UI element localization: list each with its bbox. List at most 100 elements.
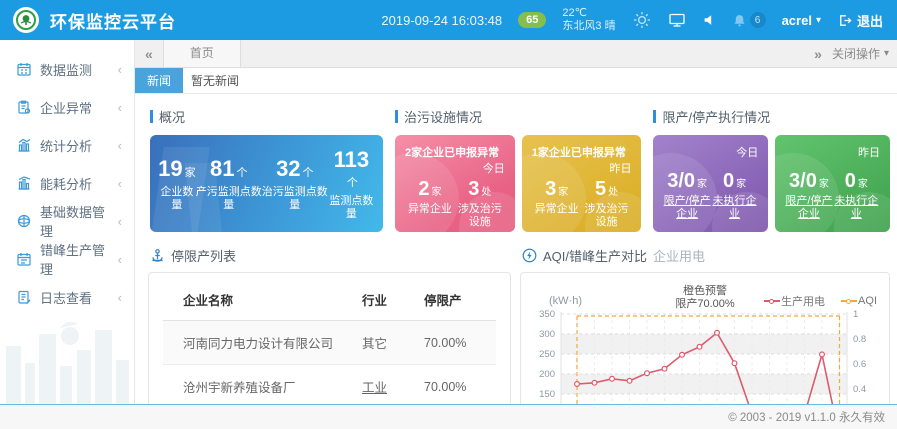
svg-text:350: 350	[539, 309, 555, 320]
column-industry: 行业	[358, 279, 420, 321]
svg-text:150: 150	[539, 389, 555, 400]
sidebar-item-staggered-production[interactable]: 错峰生产管理 ‹	[0, 240, 134, 278]
copyright-label: © 2003 - 2019 v1.1.0 永久有效	[728, 409, 897, 425]
sidebar-item-energy-analysis[interactable]: 能耗分析 ‹	[0, 164, 134, 202]
svg-text:1: 1	[853, 309, 858, 320]
sidebar: 数据监测 ‹ 企业异常 ‹ 统计分析 ‹ 能耗	[0, 40, 135, 404]
stat-abnormal-enterprises: 3家 异常企业	[532, 178, 582, 229]
notification-count-badge: 6	[750, 12, 766, 28]
section-bar-icon	[395, 110, 398, 123]
username-label: acrel	[782, 13, 812, 28]
monitor-icon[interactable]	[668, 11, 686, 29]
stat-abnormal-enterprises: 2家 异常企业	[405, 178, 455, 229]
logout-label: 退出	[857, 11, 883, 30]
legend-item[interactable]: 生产用电	[764, 293, 825, 309]
company-cell: 沧州宇新养殖设备厂	[163, 365, 358, 405]
lightning-circle-icon	[522, 248, 537, 263]
sidebar-item-base-data-management[interactable]: 基础数据管理 ‹	[0, 202, 134, 240]
column-ratio: 停限产	[420, 279, 496, 321]
aqi-badge: 65	[518, 12, 546, 28]
clipboard-icon	[17, 100, 31, 114]
production-restriction-section: 限产/停产执行情况 今日 3/0家 限产/停产企业 0家 未执行企业	[653, 107, 890, 232]
weather-block: 22℃ 东北风3 晴	[562, 7, 615, 33]
sidebar-item-statistics-analysis[interactable]: 统计分析 ‹	[0, 126, 134, 164]
svg-text:300: 300	[539, 329, 555, 340]
stat-nonexecuting-enterprises: 0家 未执行企业	[833, 170, 880, 221]
stat-treatment-points: 32个 治污监测点数量	[262, 156, 328, 212]
sidebar-item-label: 错峰生产管理	[40, 240, 118, 278]
nonexecuting-enterprises-link[interactable]: 未执行企业	[833, 195, 880, 221]
table-row[interactable]: 沧州宇新养殖设备厂 工业 70.00%	[163, 365, 496, 405]
sidebar-item-enterprise-abnormal[interactable]: 企业异常 ‹	[0, 88, 134, 126]
close-operations-menu[interactable]: 关闭操作 ▾	[832, 45, 897, 62]
svg-text:250: 250	[539, 349, 555, 360]
chevron-left-icon: ‹	[118, 252, 122, 267]
restriction-table: 企业名称 行业 停限产 河南同力电力设计有限公司 其它 70.00%	[163, 279, 496, 404]
nonexecuting-enterprises-link[interactable]: 未执行企业	[711, 195, 758, 221]
restricted-enterprises-link[interactable]: 限产/停产企业	[785, 195, 832, 221]
sidebar-item-data-monitoring[interactable]: 数据监测 ‹	[0, 50, 134, 88]
speaker-icon[interactable]	[702, 13, 716, 27]
column-company: 企业名称	[163, 279, 358, 321]
sidebar-item-label: 数据监测	[40, 60, 118, 79]
svg-text:0.4: 0.4	[853, 384, 866, 395]
pollution-yesterday-card: 1家企业已申报异常 昨日 3家 异常企业 5处 涉及治污设施	[522, 135, 642, 232]
restriction-today-card: 今日 3/0家 限产/停产企业 0家 未执行企业	[653, 135, 768, 232]
stat-restricted-enterprises: 3/0家 限产/停产企业	[663, 170, 710, 221]
city-skyline-watermark	[0, 308, 135, 404]
header-bar: 环保监控云平台 2019-09-24 16:03:48 65 22℃ 东北风3 …	[0, 0, 897, 40]
caret-down-icon: ▾	[816, 15, 821, 26]
pollution-today-card: 2家企业已申报异常 今日 2家 异常企业 3处 涉及治污设施	[395, 135, 515, 232]
svg-text:0.6: 0.6	[853, 359, 866, 370]
stat-facilities-involved: 3处 涉及治污设施	[455, 178, 505, 229]
sidebar-item-label: 基础数据管理	[40, 202, 118, 240]
app-window: 环保监控云平台 2019-09-24 16:03:48 65 22℃ 东北风3 …	[0, 0, 897, 429]
section-title-production-restriction: 限产/停产执行情况	[653, 107, 890, 126]
sidebar-item-label: 能耗分析	[40, 174, 118, 193]
table-row[interactable]: 河南同力电力设计有限公司 其它 70.00%	[163, 321, 496, 365]
app-title: 环保监控云平台	[50, 8, 176, 33]
notifications-button[interactable]: 6	[732, 12, 766, 28]
overview-section: 概况 19家 企业数量 81个 产污监测点数量 32个 治污监测点数量	[150, 107, 383, 232]
chevron-left-icon: ‹	[118, 214, 122, 229]
main-content: 概况 19家 企业数量 81个 产污监测点数量 32个 治污监测点数量	[135, 94, 897, 404]
scroll-tabs-left-button[interactable]: «	[135, 46, 163, 62]
industry-cell: 其它	[358, 321, 420, 365]
aqi-compare-title: AQI/错峰生产对比 企业用电	[522, 246, 890, 265]
section-title-pollution-facility: 治污设施情况	[395, 107, 641, 126]
chart-legend: 生产用电 AQI	[748, 293, 877, 309]
chart-subtitle-enterprise-power[interactable]: 企业用电	[653, 246, 705, 265]
ratio-cell: 70.00%	[420, 365, 496, 405]
table-header-row: 企业名称 行业 停限产	[163, 279, 496, 321]
svg-text:0.8: 0.8	[853, 334, 866, 345]
sidebar-item-label: 日志查看	[40, 288, 118, 307]
logout-icon	[837, 13, 852, 28]
industry-link-cell[interactable]: 工业	[358, 365, 420, 405]
stat-monitor-points: 113个 监测点数量	[328, 147, 375, 221]
chart-header: (kW·h) 橙色预警 限产70.00% 生产用电AQI	[521, 283, 889, 307]
chevron-left-icon: ‹	[118, 100, 122, 115]
aqi-chart-panel: (kW·h) 橙色预警 限产70.00% 生产用电AQI 35030025020…	[520, 272, 890, 404]
news-message: 暂无新闻	[191, 72, 239, 89]
log-icon	[17, 290, 31, 304]
restriction-list-panel: 企业名称 行业 停限产 河南同力电力设计有限公司 其它 70.00%	[148, 272, 511, 404]
user-menu[interactable]: acrel ▾	[782, 13, 821, 28]
stat-facilities-involved: 5处 涉及治污设施	[582, 178, 632, 229]
restriction-list-title: 停限产列表	[150, 246, 511, 265]
pollution-facility-section: 治污设施情况 2家企业已申报异常 今日 2家 异常企业 3处	[395, 107, 641, 232]
overview-card: 19家 企业数量 81个 产污监测点数量 32个 治污监测点数量 113个 监测…	[150, 135, 383, 232]
datetime-display: 2019-09-24 16:03:48	[381, 13, 502, 28]
section-bar-icon	[653, 110, 656, 123]
tab-home[interactable]: 首页	[163, 40, 241, 67]
bar-chart-icon	[17, 138, 31, 152]
logout-button[interactable]: 退出	[837, 11, 883, 30]
chevron-left-icon: ‹	[118, 176, 122, 191]
stat-restricted-enterprises: 3/0家 限产/停产企业	[785, 170, 832, 221]
footer-bar: © 2003 - 2019 v1.1.0 永久有效	[0, 404, 897, 429]
app-logo-icon	[13, 7, 39, 33]
restricted-enterprises-link[interactable]: 限产/停产企业	[663, 195, 710, 221]
scroll-tabs-right-button[interactable]: »	[804, 46, 832, 62]
news-badge: 新闻	[135, 68, 183, 93]
legend-item[interactable]: AQI	[841, 293, 877, 309]
bell-icon	[732, 13, 747, 28]
